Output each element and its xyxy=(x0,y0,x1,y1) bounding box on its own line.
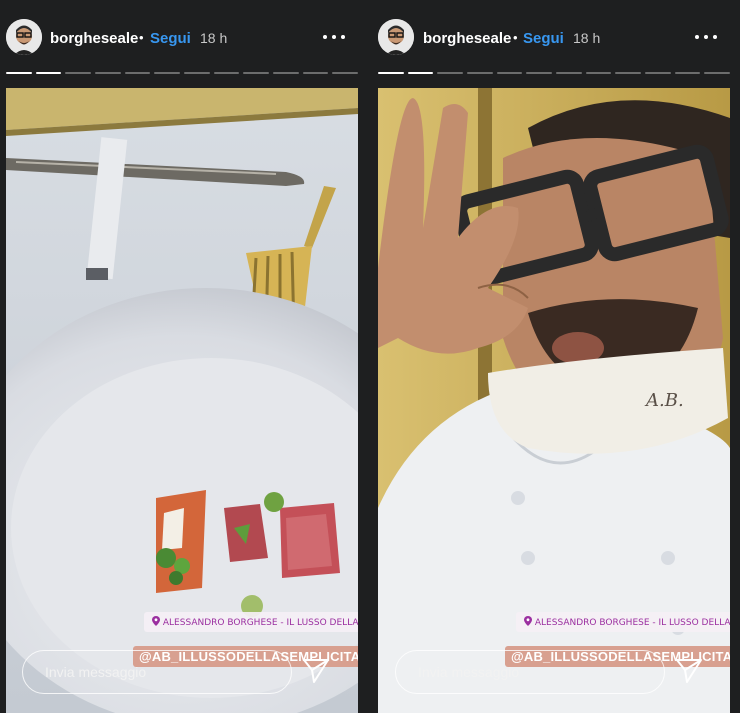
story-progress-bar xyxy=(6,72,359,74)
story-header: borgheseale • Segui 18 h xyxy=(370,0,740,78)
reply-message-input[interactable] xyxy=(22,650,292,694)
location-sticker[interactable]: ALESSANDRO BORGHESE - IL LUSSO DELLA SEM… xyxy=(144,612,358,632)
reply-message-input[interactable] xyxy=(395,650,665,694)
more-options-icon[interactable] xyxy=(694,30,720,44)
avatar[interactable] xyxy=(6,19,42,55)
story-media-photo[interactable]: A.B. ALESSANDRO BORGHESE - IL LUSSO DELL… xyxy=(378,88,730,713)
story-card-right[interactable]: borgheseale • Segui 18 h A.B. ALESSANDRO… xyxy=(370,0,740,713)
more-options-icon[interactable] xyxy=(322,30,348,44)
avatar[interactable] xyxy=(378,19,414,55)
timestamp: 18 h xyxy=(200,30,228,46)
location-pin-icon xyxy=(524,616,532,626)
story-card-left[interactable]: borgheseale • Segui 18 h ALESSANDRO BORG… xyxy=(0,0,370,713)
follow-button[interactable]: Segui xyxy=(523,30,564,47)
location-sticker-label: ALESSANDRO BORGHESE - IL LUSSO DELLA SEM… xyxy=(534,618,730,628)
separator-dot: • xyxy=(139,30,144,45)
username[interactable]: borgheseale xyxy=(50,30,138,47)
location-sticker-label: ALESSANDRO BORGHESE - IL LUSSO DELLA SEM… xyxy=(162,618,358,628)
story-progress-bar xyxy=(378,72,731,74)
timestamp: 18 h xyxy=(573,30,601,46)
location-sticker[interactable]: ALESSANDRO BORGHESE - IL LUSSO DELLA SEM… xyxy=(516,612,730,632)
svg-text:A.B.: A.B. xyxy=(644,390,684,411)
send-icon[interactable] xyxy=(302,658,330,684)
story-media-photo[interactable]: ALESSANDRO BORGHESE - IL LUSSO DELLA SEM… xyxy=(6,88,358,713)
username[interactable]: borgheseale xyxy=(423,30,511,47)
story-header: borgheseale • Segui 18 h xyxy=(0,0,370,78)
follow-button[interactable]: Segui xyxy=(150,30,191,47)
separator-dot: • xyxy=(513,30,518,45)
location-pin-icon xyxy=(152,616,160,626)
send-icon[interactable] xyxy=(675,658,703,684)
